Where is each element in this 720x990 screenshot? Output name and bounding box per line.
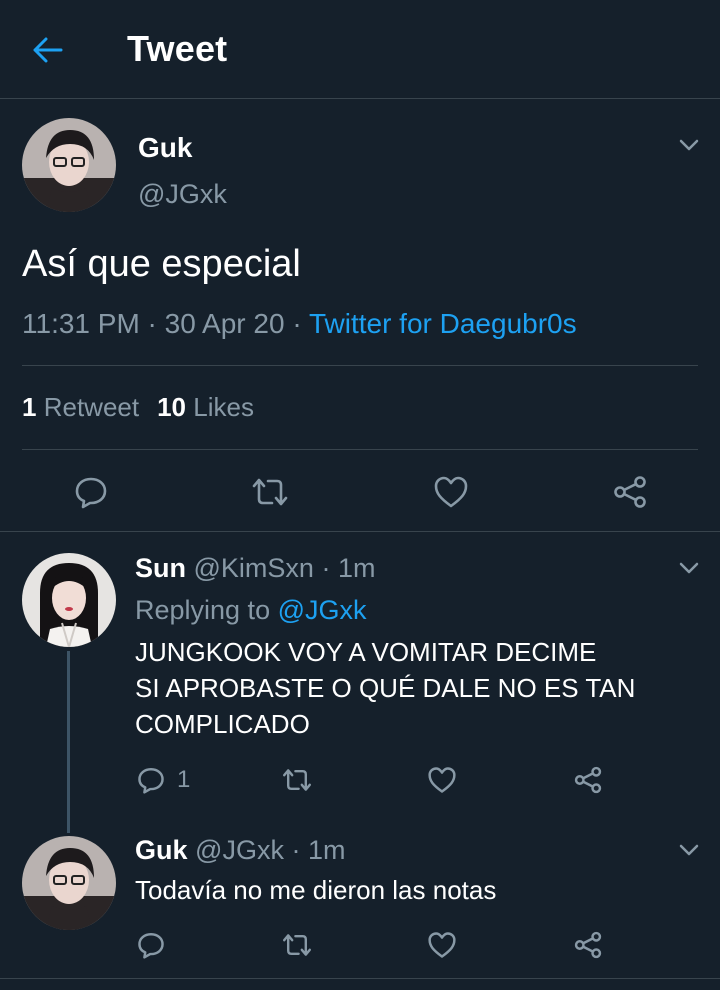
reply-text-line: Todavía no me dieron las notas (135, 875, 497, 905)
reply-tweet[interactable]: Guk @JGxk · 1m Todavía no me dieron las … (0, 833, 720, 979)
reply-author-handle[interactable]: @JGxk (195, 835, 284, 865)
retweets-count: 1 (22, 392, 37, 422)
author-name[interactable]: Guk (138, 132, 192, 164)
reply-button[interactable] (72, 473, 110, 511)
retweet-icon (283, 769, 311, 791)
heart-icon (428, 932, 456, 958)
reply-text: Todavía no me dieron las notas (135, 872, 496, 908)
reply-button[interactable] (135, 764, 167, 796)
tweet-text: Así que especial (22, 243, 301, 285)
share-button[interactable] (611, 473, 649, 511)
reply-text-line: SI APROBASTE O QUÉ DALE NO ES TAN (135, 673, 636, 703)
share-icon (614, 476, 646, 508)
retweets-stat[interactable]: 1 Retweet (22, 392, 139, 422)
chevron-down-icon[interactable] (677, 133, 701, 157)
tweet-stats: 1 Retweet 10 Likes (22, 392, 254, 423)
chevron-down-icon[interactable] (677, 838, 701, 862)
meta-separator: · (139, 308, 165, 339)
like-button[interactable] (426, 929, 458, 961)
reply-tweet[interactable]: Sun @KimSxn · 1m Replying to @JGxk JUNGK… (0, 533, 720, 833)
retweet-button[interactable] (250, 473, 290, 511)
reply-text-line: COMPLICADO (135, 709, 310, 739)
app-header: Tweet (0, 0, 720, 99)
heart-icon (428, 767, 456, 793)
main-tweet: Guk @JGxk Así que especial 11:31 PM · 30… (0, 100, 720, 532)
tweet-meta: 11:31 PM · 30 Apr 20 · Twitter for Daegu… (22, 308, 577, 340)
reply-text: JUNGKOOK VOY A VOMITAR DECIME SI APROBAS… (135, 634, 635, 742)
retweet-button[interactable] (280, 929, 314, 961)
reply-button[interactable] (135, 929, 167, 961)
divider (0, 978, 720, 979)
reply-header: Guk @JGxk · 1m (135, 835, 345, 866)
like-button[interactable] (426, 764, 458, 796)
share-icon (574, 766, 602, 794)
thread-line (67, 651, 70, 833)
reply-author-name[interactable]: Sun (135, 553, 186, 583)
divider (22, 365, 698, 366)
reply-author-handle[interactable]: @KimSxn (194, 553, 314, 583)
divider (22, 449, 698, 450)
likes-label: Likes (193, 392, 254, 422)
reply-header: Sun @KimSxn · 1m (135, 553, 375, 584)
arrow-left-icon (33, 37, 63, 63)
share-button[interactable] (572, 929, 604, 961)
retweet-icon (283, 934, 311, 956)
avatar[interactable] (22, 553, 116, 647)
reply-icon (138, 768, 164, 794)
retweets-label: Retweet (43, 392, 140, 422)
tweet-date: 30 Apr 20 (164, 308, 285, 339)
tweet-source-link[interactable]: Twitter for Daegubr0s (309, 308, 577, 339)
likes-stat[interactable]: 10 Likes (157, 392, 254, 422)
avatar[interactable] (22, 836, 116, 930)
reply-count: 1 (177, 766, 191, 793)
replying-to-prefix: Replying to (135, 595, 271, 625)
reply-timestamp: · 1m (321, 553, 376, 583)
reply-icon (138, 933, 164, 959)
reply-icon (75, 477, 107, 509)
share-icon (574, 931, 602, 959)
chevron-down-icon[interactable] (677, 556, 701, 580)
author-handle[interactable]: @JGxk (138, 179, 227, 210)
replying-to: Replying to @JGxk (135, 595, 367, 626)
replying-to-mention[interactable]: @JGxk (278, 595, 367, 625)
retweet-icon (252, 478, 288, 506)
reply-timestamp: · 1m (291, 835, 346, 865)
likes-count: 10 (157, 392, 187, 422)
like-button[interactable] (432, 473, 470, 511)
avatar[interactable] (22, 118, 116, 212)
reply-author-name[interactable]: Guk (135, 835, 188, 865)
share-button[interactable] (572, 764, 604, 796)
tweet-time: 11:31 PM (22, 308, 140, 339)
page-title: Tweet (127, 28, 228, 69)
retweet-button[interactable] (280, 764, 314, 796)
heart-icon (434, 476, 468, 508)
reply-text-line: JUNGKOOK VOY A VOMITAR DECIME (135, 637, 597, 667)
back-button[interactable] (28, 30, 68, 70)
meta-separator: · (284, 308, 309, 339)
